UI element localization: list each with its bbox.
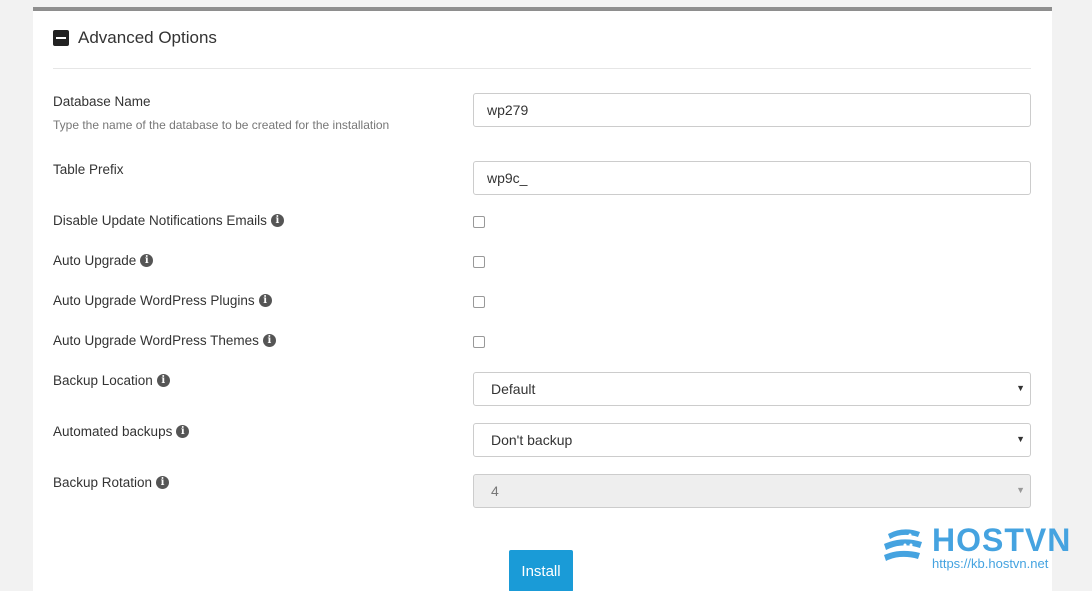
auto-upgrade-plugins-label-text: Auto Upgrade WordPress Plugins [53, 293, 255, 308]
install-button[interactable]: Install [509, 550, 573, 591]
caret-down-icon: ▼ [1016, 383, 1025, 393]
table-prefix-label: Table Prefix [53, 162, 124, 177]
disable-update-emails-label: Disable Update Notifications Emails i [53, 213, 284, 228]
hostvn-watermark: HOSTVN https://kb.hostvn.net [880, 522, 1080, 577]
backup-location-label-text: Backup Location [53, 373, 153, 388]
info-circle-icon[interactable]: i [258, 294, 272, 307]
auto-upgrade-themes-label-text: Auto Upgrade WordPress Themes [53, 333, 259, 348]
backup-rotation-label-text: Backup Rotation [53, 475, 153, 490]
database-name-label: Database Name [53, 94, 151, 109]
info-circle-icon[interactable]: i [156, 374, 170, 387]
info-circle-icon[interactable]: i [262, 334, 276, 347]
auto-upgrade-themes-checkbox[interactable] [473, 336, 485, 348]
caret-down-icon: ▼ [1016, 485, 1025, 495]
auto-upgrade-checkbox[interactable] [473, 256, 485, 268]
hostvn-logo-icon [884, 529, 922, 561]
database-name-input[interactable] [473, 93, 1031, 127]
minus-square-icon[interactable] [53, 30, 69, 46]
automated-backups-value: Don't backup [491, 432, 573, 448]
disable-update-emails-checkbox[interactable] [473, 216, 485, 228]
watermark-url: https://kb.hostvn.net [932, 556, 1049, 571]
disable-update-emails-label-text: Disable Update Notifications Emails [53, 213, 267, 228]
advanced-options-panel: Advanced Options Database Name Type the … [33, 7, 1052, 591]
backup-rotation-value: 4 [491, 483, 499, 499]
section-header[interactable]: Advanced Options [53, 28, 217, 48]
backup-location-select[interactable]: Default ▼ [473, 372, 1031, 406]
divider [53, 68, 1031, 69]
section-title: Advanced Options [78, 28, 217, 47]
backup-rotation-select: 4 ▼ [473, 474, 1031, 508]
auto-upgrade-plugins-label: Auto Upgrade WordPress Plugins i [53, 293, 272, 308]
info-circle-icon[interactable]: i [140, 254, 154, 267]
table-prefix-label-text: Table Prefix [53, 162, 124, 177]
backup-location-label: Backup Location i [53, 373, 170, 388]
auto-upgrade-label-text: Auto Upgrade [53, 253, 137, 268]
watermark-brand: HOSTVN [932, 522, 1072, 558]
automated-backups-select[interactable]: Don't backup ▼ [473, 423, 1031, 457]
info-circle-icon[interactable]: i [176, 425, 190, 438]
database-name-label-text: Database Name [53, 94, 151, 109]
auto-upgrade-themes-label: Auto Upgrade WordPress Themes i [53, 333, 276, 348]
table-prefix-input[interactable] [473, 161, 1031, 195]
info-circle-icon[interactable]: i [156, 476, 170, 489]
backup-rotation-label: Backup Rotation i [53, 475, 170, 490]
automated-backups-label: Automated backups i [53, 424, 190, 439]
database-name-help: Type the name of the database to be crea… [53, 118, 390, 132]
caret-down-icon: ▼ [1016, 434, 1025, 444]
backup-location-value: Default [491, 381, 536, 397]
auto-upgrade-label: Auto Upgrade i [53, 253, 154, 268]
automated-backups-label-text: Automated backups [53, 424, 173, 439]
info-circle-icon[interactable]: i [270, 214, 284, 227]
auto-upgrade-plugins-checkbox[interactable] [473, 296, 485, 308]
